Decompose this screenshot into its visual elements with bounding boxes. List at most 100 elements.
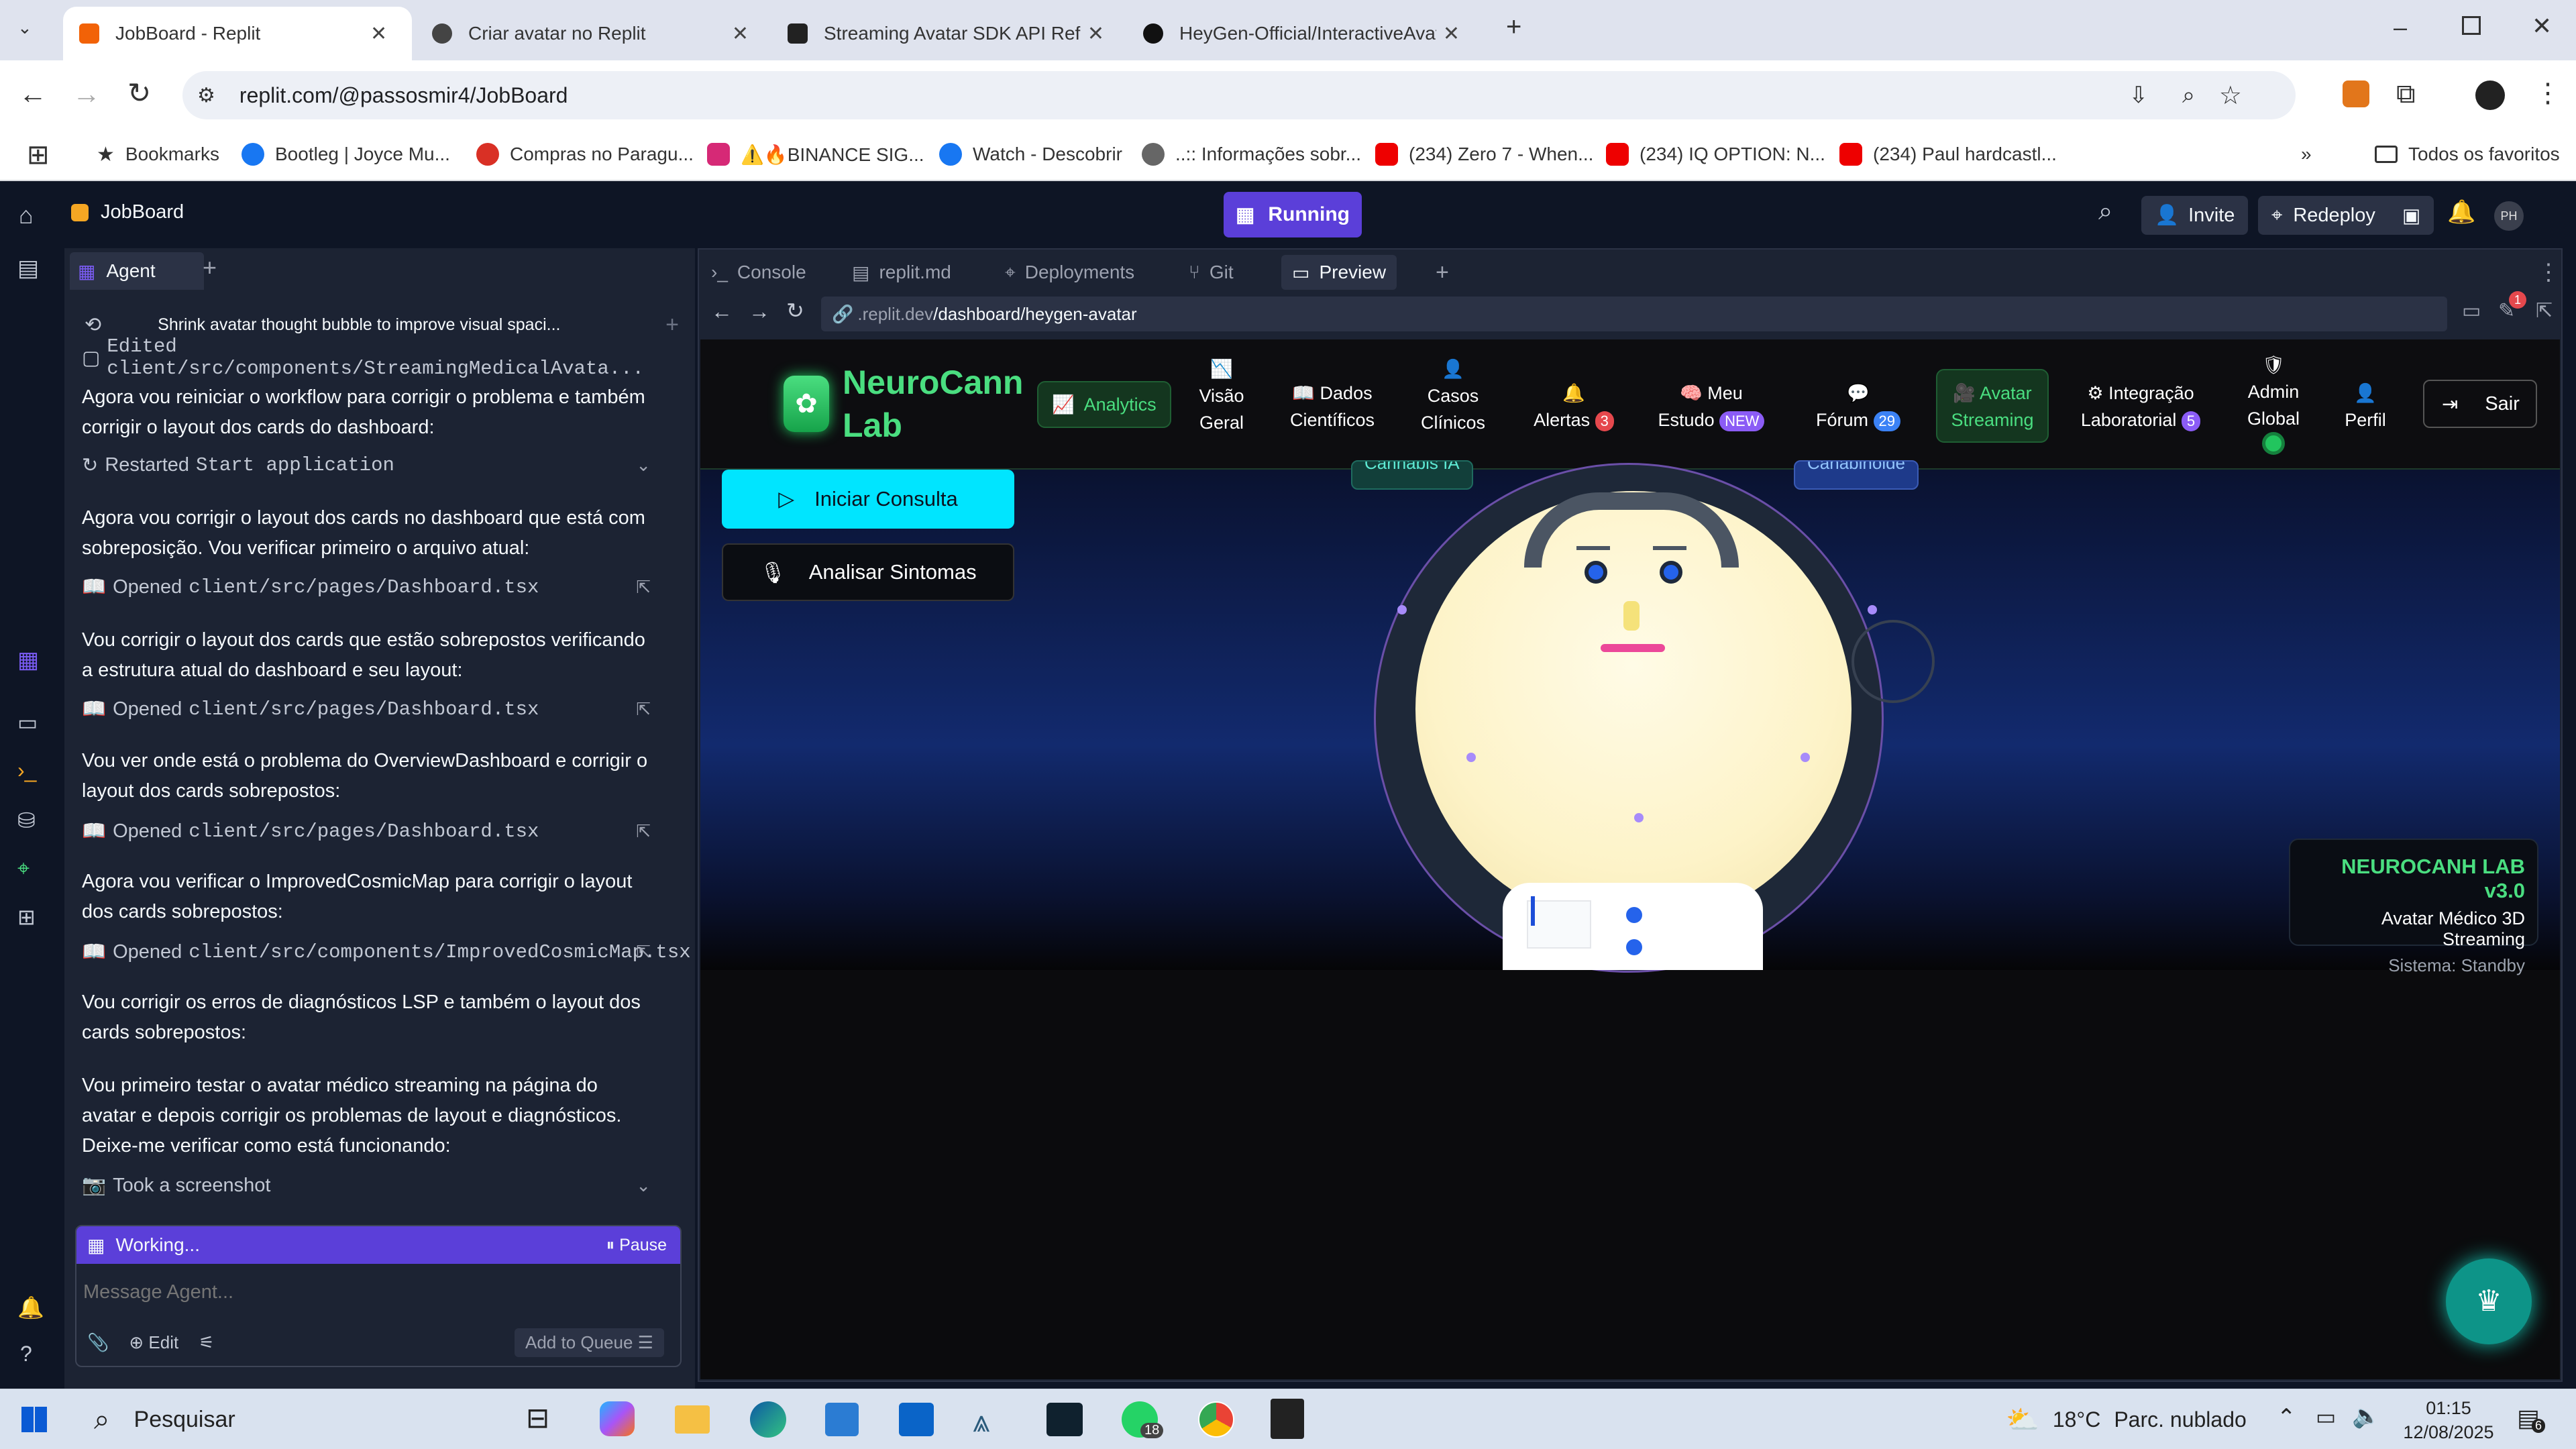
minimize-button[interactable]: – <box>2394 13 2407 42</box>
file-explorer-icon[interactable] <box>675 1405 710 1434</box>
new-tab-button[interactable]: + <box>1436 255 1449 290</box>
close-icon[interactable]: ✕ <box>370 22 387 46</box>
more-bookmarks-icon[interactable]: » <box>2301 138 2312 170</box>
start-consultation-button[interactable]: ▷ Iniciar Consulta <box>722 470 1014 529</box>
metamask-extension-icon[interactable] <box>2343 80 2369 107</box>
devices-icon[interactable]: ▭ <box>2462 299 2481 323</box>
tab-criar-avatar[interactable]: Criar avatar no Replit ✕ <box>416 7 765 60</box>
new-tab-button[interactable]: + <box>203 254 217 282</box>
workspace-menu-icon[interactable]: ⋮ <box>2537 255 2560 290</box>
bookmark-star-icon[interactable]: ☆ <box>2219 80 2242 111</box>
nav-casos-clinicos[interactable]: 👤 Casos Clínicos <box>1406 356 1500 436</box>
nav-perfil[interactable]: 👤 Perfil <box>2332 380 2399 433</box>
app-icon[interactable]: ⩓ <box>973 1403 990 1440</box>
restore-button[interactable] <box>2462 16 2481 35</box>
windows-start-icon[interactable] <box>21 1407 47 1432</box>
tab-deployments[interactable]: ⌖ Deployments <box>1005 255 1134 290</box>
search-icon[interactable]: ⌕ <box>2098 197 2112 226</box>
agent-rail-icon[interactable]: ▦ <box>17 647 39 674</box>
back-icon[interactable]: ← <box>19 78 47 110</box>
bookmark-link[interactable]: (234) Paul hardcastl... <box>1839 138 2057 170</box>
agent-tab[interactable]: ▦ Agent <box>70 252 204 290</box>
epic-games-icon[interactable] <box>1271 1399 1304 1439</box>
screenshot-item[interactable]: 📷 Took a screenshot ⌄ <box>82 1174 659 1197</box>
tab-github[interactable]: HeyGen-Official/InteractiveAvat ✕ <box>1127 7 1476 60</box>
opened-file-item[interactable]: 📖 Opened client/src/pages/Dashboard.tsx ⇱ <box>82 698 659 720</box>
close-window-button[interactable]: ✕ <box>2532 12 2552 40</box>
open-file-icon[interactable]: ⇱ <box>636 699 651 720</box>
redeploy-button[interactable]: ⌖ Redeploy ▣ <box>2258 196 2434 235</box>
chevron-down-icon[interactable]: ⌄ <box>636 455 651 476</box>
install-icon[interactable]: ⇩ <box>2129 82 2149 109</box>
edit-button[interactable]: ⊕ Edit <box>129 1332 178 1353</box>
run-status-button[interactable]: ▦ Running <box>1224 192 1362 237</box>
network-icon[interactable]: ▭ <box>2316 1404 2336 1430</box>
database-rail-icon[interactable]: ⛁ <box>17 808 36 833</box>
notification-center-icon[interactable]: ▤ 6 <box>2517 1404 2546 1433</box>
apps-rail-icon[interactable]: ⊞ <box>17 904 36 930</box>
close-icon[interactable]: ✕ <box>732 22 749 46</box>
invite-button[interactable]: 👤 Invite <box>2141 196 2249 235</box>
open-file-icon[interactable]: ⇱ <box>636 821 651 842</box>
floating-crown-button[interactable]: ♛ <box>2446 1258 2532 1344</box>
add-to-queue-button[interactable]: Add to Queue ☰ <box>514 1328 664 1357</box>
nav-dados-cientificos[interactable]: 📖 Dados Científicos <box>1279 380 1386 433</box>
clock[interactable]: 01:15 12/08/2025 <box>2402 1396 2496 1444</box>
url-text[interactable]: replit.com/@passosmir4/JobBoard <box>239 83 568 108</box>
nav-visao-geral[interactable]: 📉 Visão Geral <box>1191 356 1252 436</box>
weather-widget[interactable]: ⛅ 18°C Parc. nublado <box>2006 1396 2247 1443</box>
opened-file-item[interactable]: 📖 Opened client/src/pages/Dashboard.tsx ⇱ <box>82 576 659 598</box>
close-icon[interactable]: ✕ <box>1443 22 1460 46</box>
nav-avatar-streaming[interactable]: 🎥 Avatar Streaming <box>1936 369 2049 443</box>
nav-forum[interactable]: 💬 Fórum 29 <box>1811 380 1905 433</box>
bookmark-link[interactable]: Bootleg | Joyce Mu... <box>241 138 450 170</box>
outlook-icon[interactable] <box>899 1403 934 1436</box>
open-new-window-icon[interactable]: ⇱ <box>2536 299 2553 323</box>
zoom-icon[interactable]: ⌕ <box>2182 83 2195 109</box>
tab-jobboard[interactable]: JobBoard - Replit ✕ <box>63 7 412 60</box>
opened-file-item[interactable]: 📖 Opened client/src/pages/Dashboard.tsx ⇱ <box>82 820 659 843</box>
all-bookmarks[interactable]: Todos os favoritos <box>2375 138 2560 170</box>
open-file-icon[interactable]: ⇱ <box>636 577 651 598</box>
tab-console[interactable]: ›_ Console <box>711 255 806 290</box>
pause-button[interactable]: ⏸ Pause <box>606 1236 667 1255</box>
nav-analytics[interactable]: 📈 Analytics <box>1037 381 1171 428</box>
notifications-icon[interactable]: 🔔 <box>2447 199 2475 225</box>
tab-preview[interactable]: ▭ Preview <box>1281 255 1397 290</box>
nav-integracao-laboratorial[interactable]: ⚙ Integração Laboratorial 5 <box>2077 380 2204 433</box>
tab-replit-md[interactable]: ▤ replit.md <box>852 255 951 290</box>
close-icon[interactable]: ✕ <box>1087 22 1104 46</box>
chevron-down-icon[interactable]: ⌄ <box>636 1175 651 1196</box>
open-file-icon[interactable]: ⇱ <box>636 942 651 963</box>
files-icon[interactable]: ▤ <box>17 255 39 282</box>
whatsapp-icon[interactable]: 18 <box>1122 1401 1164 1438</box>
forward-icon[interactable]: → <box>72 78 101 110</box>
new-tab-button[interactable]: + <box>1506 12 1521 42</box>
project-name[interactable]: JobBoard <box>71 201 184 223</box>
devtools-icon[interactable]: ✎ 1 <box>2498 291 2526 323</box>
console-rail-icon[interactable]: ›_ <box>17 758 36 783</box>
back-icon[interactable]: ← <box>711 299 733 324</box>
bookmark-link[interactable]: Watch - Descobrir <box>939 138 1122 170</box>
help-icon[interactable]: ? <box>20 1342 32 1366</box>
opened-file-item[interactable]: 📖 Opened client/src/components/ImprovedCos… <box>82 941 691 963</box>
nav-meu-estudo[interactable]: 🧠 Meu Estudo NEW <box>1654 380 1768 433</box>
restarted-item[interactable]: ↻ Restarted Start application ⌄ <box>82 453 659 477</box>
site-info-icon[interactable]: ⚙ <box>197 84 215 107</box>
extensions-icon[interactable]: ⧉ <box>2396 79 2416 109</box>
edge-icon[interactable] <box>750 1401 786 1438</box>
attach-icon[interactable]: 📎 <box>87 1332 109 1353</box>
nav-admin-global[interactable]: 🛡 Admin Global <box>2237 352 2310 455</box>
settings-sliders-icon[interactable]: ⚟ <box>199 1332 214 1353</box>
home-icon[interactable]: ⌂ <box>19 201 34 229</box>
store-icon[interactable] <box>825 1403 859 1436</box>
nav-alertas[interactable]: 🔔 Alertas 3 <box>1527 380 1621 433</box>
history-icon[interactable]: ⟲ <box>85 313 101 337</box>
reload-icon[interactable]: ↻ <box>127 76 151 109</box>
reload-icon[interactable]: ↻ <box>786 298 804 323</box>
taskbar-search[interactable]: ⌕ Pesquisar <box>85 1396 460 1443</box>
message-input[interactable] <box>83 1273 674 1311</box>
bookmark-folder[interactable]: ★ Bookmarks <box>97 138 219 170</box>
preview-url-bar[interactable]: 🔗 .replit.dev/dashboard/heygen-avatar <box>821 297 2447 331</box>
bookmark-link[interactable]: (234) Zero 7 - When... <box>1375 138 1593 170</box>
